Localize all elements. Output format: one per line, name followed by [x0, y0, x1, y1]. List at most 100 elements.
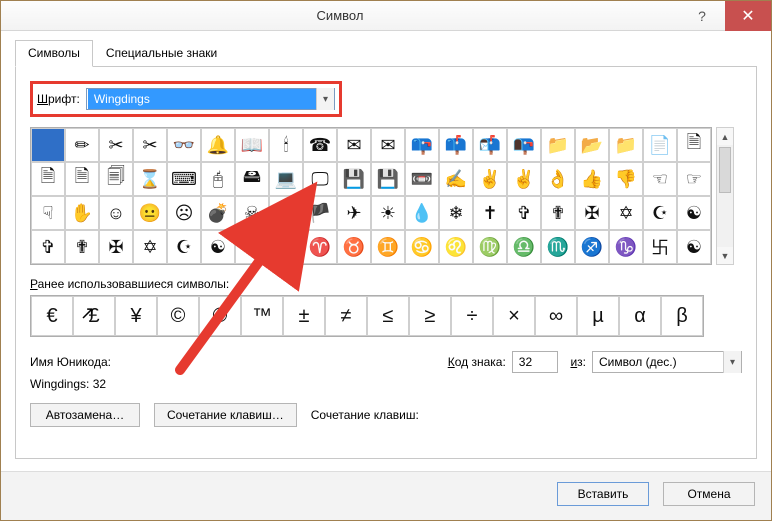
recent-cell[interactable]: ∞ — [535, 296, 577, 336]
char-cell[interactable]: 卐 — [643, 230, 677, 264]
char-cell[interactable]: 📁 — [609, 128, 643, 162]
char-cell[interactable]: ✠ — [575, 196, 609, 230]
char-cell[interactable]: ✟ — [541, 196, 575, 230]
recent-cell[interactable]: ± — [283, 296, 325, 336]
char-cell[interactable]: 🏴 — [303, 196, 337, 230]
char-cell[interactable]: 💾 — [337, 162, 371, 196]
recent-cell[interactable]: © — [157, 296, 199, 336]
char-cell[interactable]: ✌ — [507, 162, 541, 196]
char-cell[interactable]: ♌ — [439, 230, 473, 264]
char-cell[interactable]: 🕯 — [269, 128, 303, 162]
recent-cell[interactable]: µ — [577, 296, 619, 336]
char-cell[interactable]: 📬 — [473, 128, 507, 162]
char-cell[interactable]: 📭 — [507, 128, 541, 162]
autocorrect-button[interactable]: Автозамена… — [30, 403, 140, 427]
char-cell[interactable]: ♎ — [507, 230, 541, 264]
recent-cell[interactable]: β — [661, 296, 703, 336]
char-cell[interactable]: 🖵 — [303, 162, 337, 196]
recent-cell[interactable]: ® — [199, 296, 241, 336]
char-cell[interactable]: 🗎 — [677, 128, 711, 162]
char-cell[interactable]: ✞ — [31, 230, 65, 264]
char-cell[interactable]: 🖰 — [201, 162, 235, 196]
tab-special[interactable]: Специальные знаки — [93, 40, 230, 67]
recent-cell[interactable]: ≤ — [367, 296, 409, 336]
char-cell[interactable]: ✏ — [65, 128, 99, 162]
char-cell[interactable]: ✂ — [133, 128, 167, 162]
char-cell[interactable]: 📫 — [439, 128, 473, 162]
char-cell[interactable]: 🗎 — [31, 162, 65, 196]
grid-scrollbar[interactable]: ▲ ▼ — [716, 127, 734, 265]
char-cell[interactable]: 💣 — [201, 196, 235, 230]
char-cell[interactable]: 👎 — [609, 162, 643, 196]
help-button[interactable]: ? — [679, 1, 725, 31]
char-cell[interactable]: ✟ — [65, 230, 99, 264]
insert-button[interactable]: Вставить — [557, 482, 649, 506]
char-cell[interactable]: 👓 — [167, 128, 201, 162]
char-cell[interactable]: 🗎 — [65, 162, 99, 196]
char-cell[interactable]: 💧 — [405, 196, 439, 230]
char-cell[interactable]: 🗐 — [99, 162, 133, 196]
char-cell[interactable]: ☸ — [269, 230, 303, 264]
recent-cell[interactable]: × — [493, 296, 535, 336]
char-cell[interactable]: ✡ — [133, 230, 167, 264]
from-dropdown[interactable]: Символ (дес.) ▾ — [592, 351, 742, 373]
char-cell[interactable]: ✠ — [99, 230, 133, 264]
font-dropdown[interactable]: Wingdings ▾ — [86, 88, 335, 110]
char-cell[interactable]: ☟ — [31, 196, 65, 230]
char-cell[interactable]: ♏ — [541, 230, 575, 264]
char-cell[interactable]: ✝ — [473, 196, 507, 230]
char-cell[interactable]: ☎ — [303, 128, 337, 162]
char-cell[interactable]: ☜ — [643, 162, 677, 196]
char-cell[interactable]: ✌ — [473, 162, 507, 196]
char-cell[interactable]: ♈ — [303, 230, 337, 264]
recent-cell[interactable]: £↖ — [73, 296, 115, 336]
cancel-button[interactable]: Отмена — [663, 482, 755, 506]
char-cell[interactable]: ☞ — [677, 162, 711, 196]
char-cell[interactable]: ♋ — [405, 230, 439, 264]
char-cell[interactable]: ✍ — [439, 162, 473, 196]
char-cell[interactable]: ☯ — [677, 196, 711, 230]
character-grid[interactable]: ✏✂✂👓🔔📖🕯☎✉✉📪📫📬📭📁📂📁📄🗎🗎🗎🗐⌛⌨🖰🖴💻🖵💾💾📼✍✌✌👌👍👎☜☞☟… — [30, 127, 712, 265]
recent-cell[interactable]: ™ — [241, 296, 283, 336]
char-cell[interactable]: ✉ — [337, 128, 371, 162]
char-cell[interactable]: ✂ — [99, 128, 133, 162]
char-cell[interactable]: ✈ — [337, 196, 371, 230]
scroll-up-button[interactable]: ▲ — [717, 128, 733, 145]
char-cell[interactable]: ♐ — [575, 230, 609, 264]
char-cell[interactable]: 👌 — [541, 162, 575, 196]
recent-cell[interactable]: € — [31, 296, 73, 336]
char-cell[interactable]: 📄 — [643, 128, 677, 162]
scroll-down-button[interactable]: ▼ — [717, 247, 733, 264]
char-cell[interactable] — [31, 128, 65, 162]
char-cell[interactable]: 📖 — [235, 128, 269, 162]
char-cell[interactable]: ✋ — [65, 196, 99, 230]
recent-cell[interactable]: α — [619, 296, 661, 336]
code-input[interactable]: 32 — [512, 351, 558, 373]
recent-cell[interactable]: ≠ — [325, 296, 367, 336]
char-cell[interactable]: ✡ — [609, 196, 643, 230]
char-cell[interactable]: 🔔 — [201, 128, 235, 162]
char-cell[interactable]: 📼 — [405, 162, 439, 196]
char-cell[interactable]: 🏳 — [269, 196, 303, 230]
char-cell[interactable]: ☯ — [201, 230, 235, 264]
char-cell[interactable]: ☪ — [167, 230, 201, 264]
recent-cell[interactable]: ¥ — [115, 296, 157, 336]
char-cell[interactable]: 🖴 — [235, 162, 269, 196]
close-button[interactable]: ✕ — [725, 1, 771, 31]
char-cell[interactable]: ❄ — [439, 196, 473, 230]
char-cell[interactable]: 😐 — [133, 196, 167, 230]
char-cell[interactable]: ✉ — [371, 128, 405, 162]
char-cell[interactable]: ♉ — [337, 230, 371, 264]
scroll-thumb[interactable] — [719, 147, 731, 193]
char-cell[interactable]: 💾 — [371, 162, 405, 196]
recent-cell[interactable]: ÷ — [451, 296, 493, 336]
recent-grid[interactable]: €£↖¥©®™±≠≤≥÷×∞µαβ — [30, 295, 704, 337]
char-cell[interactable]: ☀ — [371, 196, 405, 230]
char-cell[interactable]: ☺ — [99, 196, 133, 230]
char-cell[interactable]: ♊ — [371, 230, 405, 264]
char-cell[interactable]: ⌛ — [133, 162, 167, 196]
char-cell[interactable]: ॐ — [235, 230, 269, 264]
char-cell[interactable]: 📪 — [405, 128, 439, 162]
tab-symbols[interactable]: Символы — [15, 40, 93, 67]
char-cell[interactable]: ☹ — [167, 196, 201, 230]
